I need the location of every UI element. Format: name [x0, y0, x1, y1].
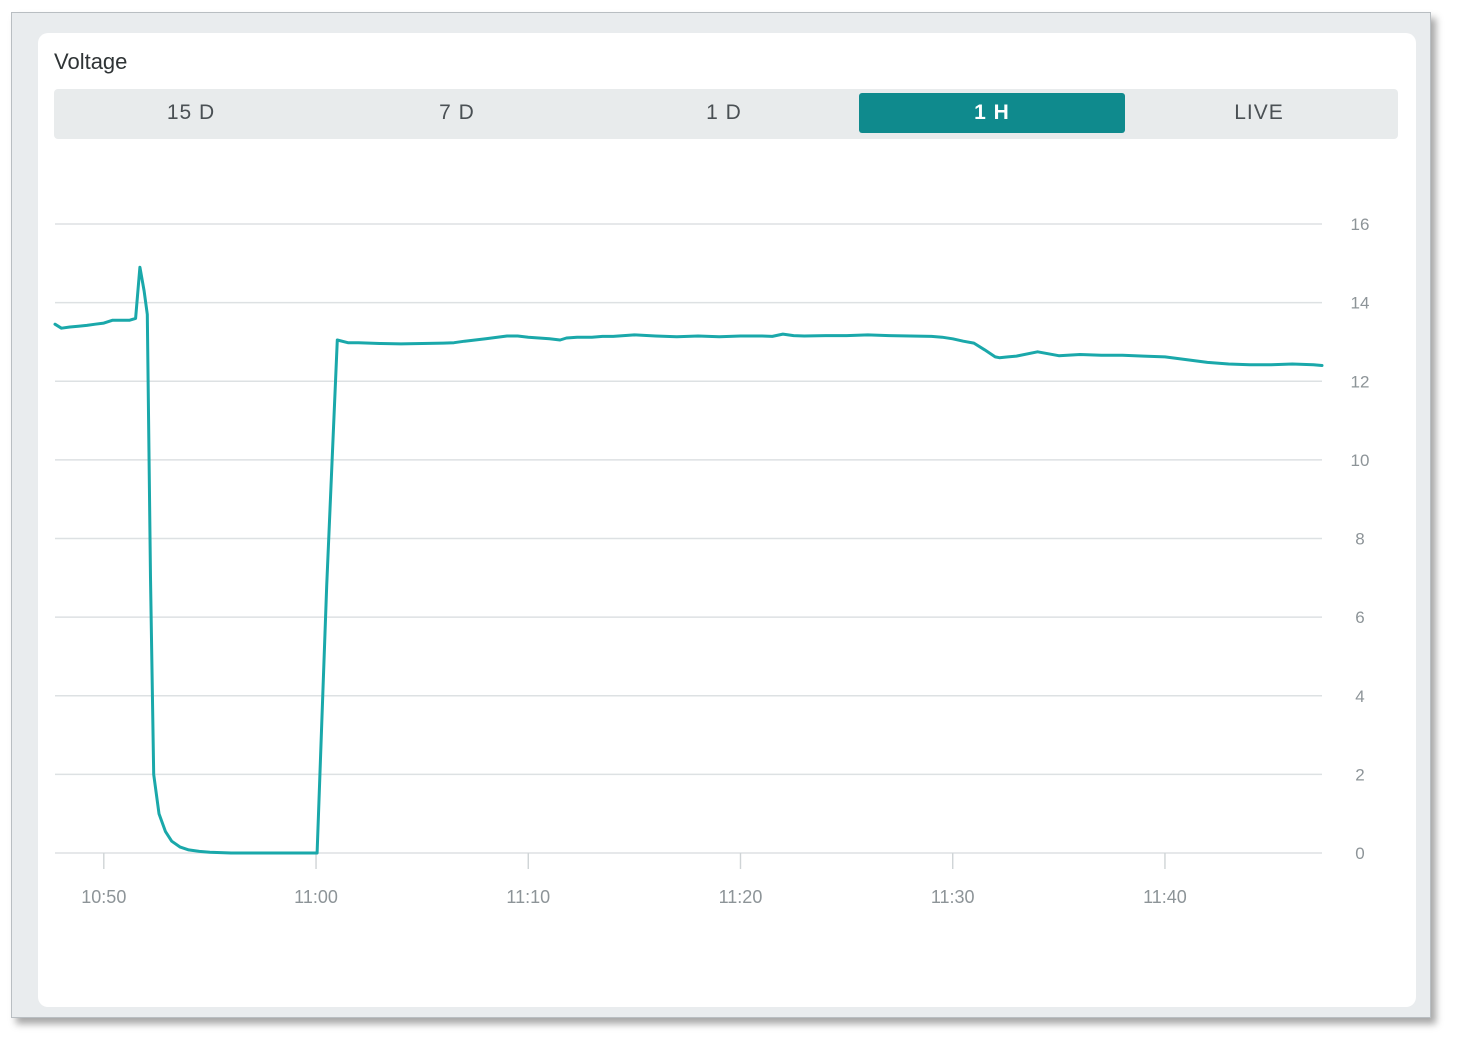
voltage-card: Voltage 15 D 7 D 1 D 1 H LIVE 0 2 4 6 8 10 12 1… [38, 33, 1416, 1007]
y-tick-label: 8 [1355, 530, 1364, 549]
y-axis-labels: 0 2 4 6 8 10 12 14 16 [1351, 215, 1370, 863]
voltage-chart: 0246810121416 10:50 11:00 11:10 11:20 11:30 1… [53, 215, 1370, 907]
x-axis-labels: 10:50 11:00 11:10 11:20 11:30 11:40 [81, 853, 1187, 907]
y-tick-label: 4 [1355, 687, 1364, 706]
x-tick-label: 11:20 [719, 887, 763, 907]
y-tick-label: 16 [1351, 215, 1370, 234]
voltage-widget-frame: Voltage 15 D 7 D 1 D 1 H LIVE 0 2 4 6 8 10 12 1… [11, 12, 1431, 1018]
y-tick-label: 12 [1351, 372, 1370, 391]
chart-grid [55, 223, 1322, 854]
y-tick-label: 2 [1355, 765, 1364, 784]
y-tick-label: 14 [1351, 294, 1370, 313]
voltage-series-line [53, 265, 1324, 855]
y-tick-label: 6 [1355, 608, 1364, 627]
x-tick-label: 10:50 [81, 887, 126, 907]
y-tick-label: 0 [1355, 844, 1364, 863]
y-tick-label: 10 [1351, 451, 1370, 470]
x-tick-label: 11:40 [1143, 887, 1187, 907]
x-tick-label: 11:30 [931, 887, 975, 907]
x-tick-label: 11:10 [506, 887, 550, 907]
chart-series [53, 265, 1324, 855]
x-tick-label: 11:00 [294, 887, 338, 907]
